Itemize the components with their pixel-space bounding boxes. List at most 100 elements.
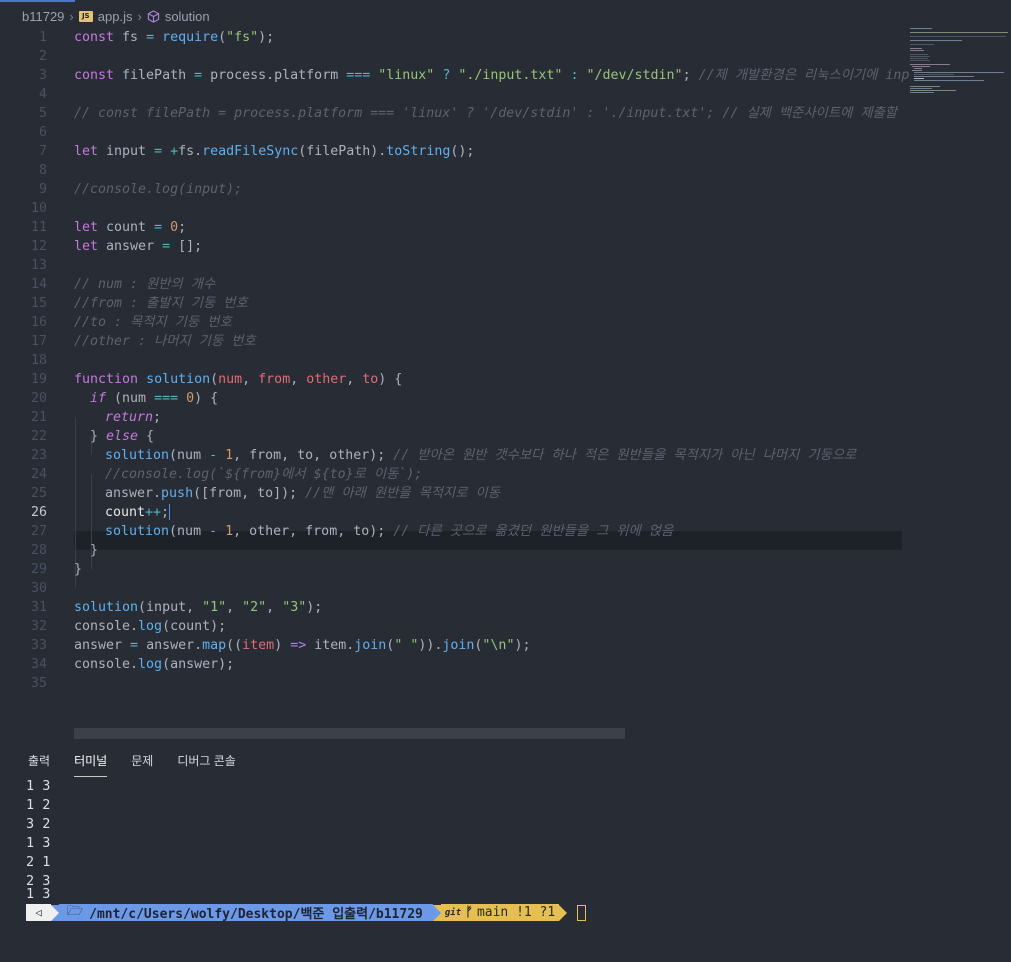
code-text: solution(input, "1", "2", "3");: [74, 600, 323, 615]
line-number: 12: [30, 239, 47, 254]
code-line[interactable]: 21 return;: [0, 408, 905, 427]
bottom-panel: 출력 터미널 문제 디버그 콘솔: [0, 742, 1011, 962]
code-text: if (num === 0) {: [90, 391, 219, 406]
code-line[interactable]: 31 solution(input, "1", "2", "3");: [0, 598, 905, 617]
terminal-line: 1 3: [26, 835, 51, 851]
horizontal-scrollbar[interactable]: [74, 728, 625, 739]
code-line[interactable]: 8: [0, 161, 905, 180]
code-line[interactable]: 25 answer.push([from, to]); //맨 아래 원반을 목적…: [0, 484, 905, 503]
line-number: 17: [30, 334, 47, 349]
code-line[interactable]: 28}: [0, 541, 905, 560]
tab-output[interactable]: 출력: [28, 752, 50, 777]
code-line[interactable]: 2: [0, 47, 905, 66]
line-number: 11: [30, 220, 47, 235]
code-line[interactable]: 16 //to : 목적지 기둥 번호: [0, 313, 905, 332]
code-line[interactable]: 10: [0, 199, 905, 218]
terminal-line: 2 1: [26, 854, 51, 870]
line-number: 16: [30, 315, 47, 330]
symbol-method-icon: [147, 10, 159, 23]
code-line[interactable]: 32 console.log(count);: [0, 617, 905, 636]
code-text: answer = answer.map((item) => item.join(…: [74, 638, 531, 653]
line-number: 7: [38, 144, 47, 159]
code-line[interactable]: 15 //from : 출발지 기둥 번호: [0, 294, 905, 313]
javascript-file-icon: JS: [78, 11, 93, 22]
breadcrumb-folder[interactable]: b11729: [22, 9, 64, 24]
terminal-line: 1 2: [26, 797, 51, 813]
code-text: //console.log(`${from}에서 ${to}로 이동`);: [105, 467, 423, 482]
code-line[interactable]: 34 console.log(answer);: [0, 655, 905, 674]
code-line[interactable]: 24 //console.log(`${from}에서 ${to}로 이동`);: [0, 465, 905, 484]
code-text: // const filePath = process.platform ===…: [74, 106, 906, 121]
line-number: 13: [30, 258, 47, 273]
code-text: function solution(num, from, other, to) …: [74, 372, 403, 387]
code-text: console.log(count);: [74, 619, 227, 634]
code-text: //from : 출발지 기둥 번호: [74, 296, 248, 311]
git-branch-status: main !1 ?1: [476, 905, 556, 920]
breadcrumb-file[interactable]: app.js: [98, 9, 133, 24]
prompt-path: /mnt/c/Users/wolfy/Desktop/백준 입출력/b11729: [89, 907, 423, 922]
line-number: 3: [38, 68, 47, 83]
code-line[interactable]: 22} else {: [0, 427, 905, 446]
terminal-line: 1 3: [26, 886, 51, 902]
active-tab-indicator: [0, 0, 75, 2]
line-number: 9: [38, 182, 47, 197]
code-line[interactable]: 5 // const filePath = process.platform ==…: [0, 104, 905, 123]
code-line[interactable]: 13: [0, 256, 905, 275]
code-text: let input = +fs.readFileSync(filePath).t…: [74, 144, 475, 159]
code-line[interactable]: 7 let input = +fs.readFileSync(filePath).…: [0, 142, 905, 161]
code-line[interactable]: 26 count++;: [0, 503, 905, 522]
code-line[interactable]: 29}: [0, 560, 905, 579]
folder-icon: 🗁: [67, 903, 84, 919]
code-line[interactable]: 27 solution(num - 1, other, from, to); //…: [0, 522, 905, 541]
code-line[interactable]: 35: [0, 674, 905, 693]
minimap[interactable]: [908, 26, 1008, 106]
code-text: return;: [105, 410, 162, 425]
code-text: solution(num - 1, other, from, to); // 다…: [105, 524, 674, 539]
line-number: 24: [30, 467, 47, 482]
tab-debug-console[interactable]: 디버그 콘솔: [177, 752, 236, 777]
line-number: 14: [30, 277, 47, 292]
tab-problems[interactable]: 문제: [131, 752, 153, 777]
code-line[interactable]: 11 let count = 0;: [0, 218, 905, 237]
code-line[interactable]: 9 //console.log(input);: [0, 180, 905, 199]
line-number: 32: [30, 619, 47, 634]
breadcrumb-symbol[interactable]: solution: [165, 9, 210, 24]
terminal-prompt: ◁ 🗁 /mnt/c/Users/wolfy/Desktop/백준 입출력/b1…: [26, 903, 587, 922]
code-line[interactable]: 4: [0, 85, 905, 104]
code-line[interactable]: 6: [0, 123, 905, 142]
code-line[interactable]: 14 // num : 원반의 개수: [0, 275, 905, 294]
code-text: //other : 나머지 기둥 번호: [74, 334, 256, 349]
code-line[interactable]: 17 //other : 나머지 기둥 번호: [0, 332, 905, 351]
code-line[interactable]: 33 answer = answer.map((item) => item.joi…: [0, 636, 905, 655]
code-line[interactable]: 30: [0, 579, 905, 598]
code-line[interactable]: 20 if (num === 0) {: [0, 389, 905, 408]
prompt-git-segment: git ᚠ main !1 ?1: [440, 904, 560, 921]
code-line[interactable]: 3 const filePath = process.platform === "…: [0, 66, 909, 85]
line-number: 2: [38, 49, 47, 64]
code-line[interactable]: 18: [0, 351, 905, 370]
tab-terminal[interactable]: 터미널: [74, 752, 108, 777]
code-text: //console.log(input);: [74, 182, 243, 197]
code-line[interactable]: 23 solution(num - 1, from, to, other); //…: [0, 446, 905, 465]
code-text: }: [74, 562, 83, 577]
code-text: }: [90, 543, 99, 558]
line-number: 18: [30, 353, 47, 368]
code-text: // num : 원반의 개수: [74, 277, 216, 292]
line-number: 1: [38, 30, 47, 45]
line-number: 8: [38, 163, 47, 178]
branch-icon: ᚠ: [465, 905, 473, 920]
code-editor[interactable]: 1 const fs = require("fs"); 2 3 const filePa…: [0, 28, 909, 700]
chevron-right-icon: ›: [69, 9, 74, 24]
git-icon: git: [444, 907, 462, 918]
prompt-path-segment: 🗁 /mnt/c/Users/wolfy/Desktop/백준 입출력/b117…: [59, 903, 433, 922]
terminal-cursor: [577, 904, 587, 921]
code-line[interactable]: 19 function solution(num, from, other, to…: [0, 370, 905, 389]
line-number: 28: [30, 543, 47, 558]
line-number: 15: [30, 296, 47, 311]
line-number: 33: [30, 638, 47, 653]
line-number: 27: [30, 524, 47, 539]
code-text: let count = 0;: [74, 220, 187, 235]
line-number: 21: [30, 410, 47, 425]
code-line[interactable]: 12 let answer = [];: [0, 237, 905, 256]
code-line[interactable]: 1 const fs = require("fs");: [0, 28, 905, 47]
